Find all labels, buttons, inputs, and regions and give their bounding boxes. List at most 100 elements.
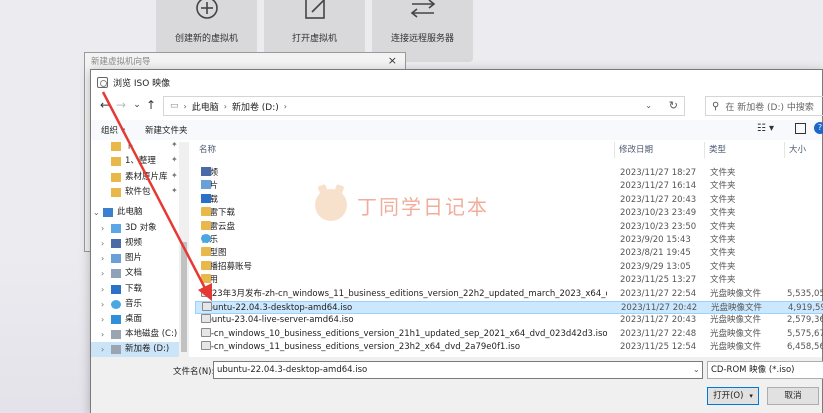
open-file-icon	[305, 0, 325, 19]
iso-icon	[201, 341, 211, 351]
file-row[interactable]: ubuntu-23.04-live-server-amd64.iso 2023/1…	[195, 314, 823, 327]
transfer-arrows-icon	[410, 0, 436, 18]
quick-access-software[interactable]: 软件包	[101, 185, 151, 200]
file-name: 2023年3月发布-zh-cn_windows_11_business_edit…	[201, 287, 607, 301]
dialog-title: 浏览 ISO 映像	[113, 78, 171, 89]
file-date: 2023/11/27 20:42	[621, 303, 698, 313]
address-bar[interactable]: ▭ › 此电脑 › 新加卷 (D:) › ⌄ ↻	[163, 96, 685, 116]
file-row[interactable]: zh-cn_windows_11_business_editions_versi…	[195, 341, 823, 354]
breadcrumb-this-pc[interactable]: 此电脑	[192, 100, 219, 113]
tree-music[interactable]: › 音乐	[101, 297, 142, 312]
drive-icon	[111, 330, 121, 339]
file-size: 4,919,592	[788, 303, 823, 313]
file-row[interactable]: 迅雷云盘 2023/10/23 23:50 文件夹	[195, 220, 823, 234]
column-header-name[interactable]: 名称	[195, 142, 615, 158]
breadcrumb-sep-icon: ›	[283, 101, 287, 111]
view-options-icon[interactable]: ☷ ▾	[757, 123, 774, 134]
file-type: 文件夹	[710, 168, 736, 178]
iso-icon	[201, 287, 211, 297]
file-row[interactable]: 原型图 2023/8/21 19:45 文件夹	[195, 247, 823, 260]
new-folder-button[interactable]: 新建文件夹	[145, 124, 188, 136]
dialog-footer: 文件名(N): ubuntu-22.04.3-desktop-amd64.iso…	[91, 357, 823, 413]
chevron-right-icon[interactable]: ›	[101, 266, 111, 281]
quick-access-material[interactable]: 素材原片库	[101, 170, 168, 185]
file-type: 文件夹	[710, 194, 736, 205]
column-header-date[interactable]: 修改日期	[615, 142, 705, 158]
search-input[interactable]: ⚲ 在 新加卷 (D:) 中搜索	[705, 96, 823, 116]
organize-button[interactable]: 组织 ▾	[101, 124, 125, 136]
cat-logo-icon	[315, 189, 347, 221]
file-row[interactable]: 主播招募账号 2023/9/29 13:05 文件夹	[195, 260, 823, 274]
pin-icon: ✦	[171, 171, 178, 180]
tree-item-label: 3D 对象	[125, 223, 157, 233]
filename-input[interactable]: ubuntu-22.04.3-desktop-amd64.iso	[213, 361, 703, 379]
up-button[interactable]: ↑	[143, 97, 159, 113]
file-date: 2023/11/27 22:54	[620, 288, 697, 299]
tree-item-label: 下	[125, 142, 134, 151]
chevron-right-icon[interactable]: ›	[101, 221, 111, 236]
dialog-titlebar: 浏览 ISO 映像	[91, 70, 822, 94]
file-row[interactable]: 2023年3月发布-zh-cn_windows_11_business_edit…	[195, 287, 823, 301]
file-row[interactable]: ubuntu-22.04.3-desktop-amd64.iso 2023/11/…	[195, 301, 823, 314]
tree-item-label: 下载	[125, 284, 143, 294]
tree-3d-objects[interactable]: › 3D 对象	[101, 221, 157, 236]
open-button[interactable]: 打开(O) ▾	[707, 387, 759, 405]
help-icon[interactable]: ?	[814, 122, 823, 134]
file-date: 2023/9/20 15:43	[620, 235, 691, 245]
file-row[interactable]: 迅雷下载 2023/10/23 23:49 文件夹	[195, 207, 823, 220]
tree-desktop[interactable]: › 桌面	[101, 312, 142, 327]
chevron-down-icon[interactable]: ⌄	[93, 205, 103, 220]
chevron-right-icon[interactable]: ›	[101, 297, 111, 312]
chevron-right-icon[interactable]: ›	[101, 282, 111, 297]
address-dropdown-icon[interactable]: ⌄	[645, 97, 652, 115]
filename-dropdown-icon[interactable]: ⌄	[693, 361, 700, 379]
pc-icon	[103, 208, 113, 217]
open-dropdown-icon[interactable]: ▾	[749, 392, 753, 400]
tree-pictures[interactable]: › 图片	[101, 251, 142, 266]
file-name: ubuntu-22.04.3-desktop-amd64.iso	[202, 302, 608, 315]
column-header-size[interactable]: 大小	[785, 142, 823, 158]
pc-icon: ▭	[170, 101, 179, 111]
pin-icon: ✦	[171, 186, 178, 195]
chevron-right-icon[interactable]: ›	[101, 236, 111, 251]
chevron-right-icon[interactable]: ›	[101, 342, 111, 357]
wizard-close-button[interactable]: ×	[388, 54, 397, 67]
refresh-icon[interactable]: ↻	[669, 97, 678, 115]
tree-drive-c[interactable]: › 本地磁盘 (C:)	[101, 327, 177, 342]
tree-videos[interactable]: › 视频	[101, 236, 142, 251]
tree-drive-d[interactable]: › 新加卷 (D:)	[91, 342, 179, 357]
forward-button[interactable]: →	[113, 97, 129, 113]
drive-icon	[111, 345, 121, 354]
cube-icon	[111, 224, 121, 233]
chevron-right-icon[interactable]: ›	[101, 312, 111, 327]
file-type: 光盘映像文件	[710, 342, 762, 353]
preview-pane-icon[interactable]	[795, 123, 806, 134]
cancel-button[interactable]: 取消	[767, 387, 819, 405]
file-row[interactable]: 下载2023/11/27 20:43文件夹	[195, 193, 823, 207]
file-row[interactable]: 音乐 2023/9/20 15:43 文件夹	[195, 234, 823, 247]
file-row[interactable]: 视频 2023/11/27 18:27 文件夹	[195, 167, 823, 180]
document-icon	[111, 269, 121, 278]
file-type-filter[interactable]: CD-ROM 映像 (*.iso)	[707, 361, 823, 379]
navpane-scrollbar[interactable]	[179, 142, 189, 357]
file-row[interactable]: 常用 2023/11/25 13:27 文件夹	[195, 274, 823, 287]
breadcrumb-drive-d[interactable]: 新加卷 (D:)	[232, 100, 279, 113]
file-row[interactable]: 图片2023/11/27 16:14文件夹	[195, 180, 823, 193]
file-row[interactable]: zh-cn_windows_10_business_editions_versi…	[195, 327, 823, 341]
back-button[interactable]: ←	[97, 97, 113, 113]
file-name: ubuntu-23.04-live-server-amd64.iso	[201, 314, 607, 327]
file-size: 5,575,672	[787, 328, 823, 339]
chevron-right-icon[interactable]: ›	[101, 251, 111, 266]
scrollbar-thumb[interactable]	[181, 242, 187, 352]
file-name: 音乐	[201, 234, 607, 247]
tree-documents[interactable]: › 文档	[101, 266, 142, 281]
iso-icon	[201, 327, 211, 337]
quick-access-download[interactable]: 下	[101, 142, 134, 154]
pin-icon: ✦	[171, 142, 178, 149]
quick-access-organize[interactable]: 1、整理	[101, 154, 156, 169]
tree-downloads[interactable]: › 下载	[101, 282, 142, 297]
chevron-right-icon[interactable]: ›	[101, 327, 111, 342]
tree-this-pc[interactable]: ⌄ 此电脑	[93, 205, 143, 220]
column-header-type[interactable]: 类型	[705, 142, 785, 158]
folder-icon	[111, 188, 121, 197]
